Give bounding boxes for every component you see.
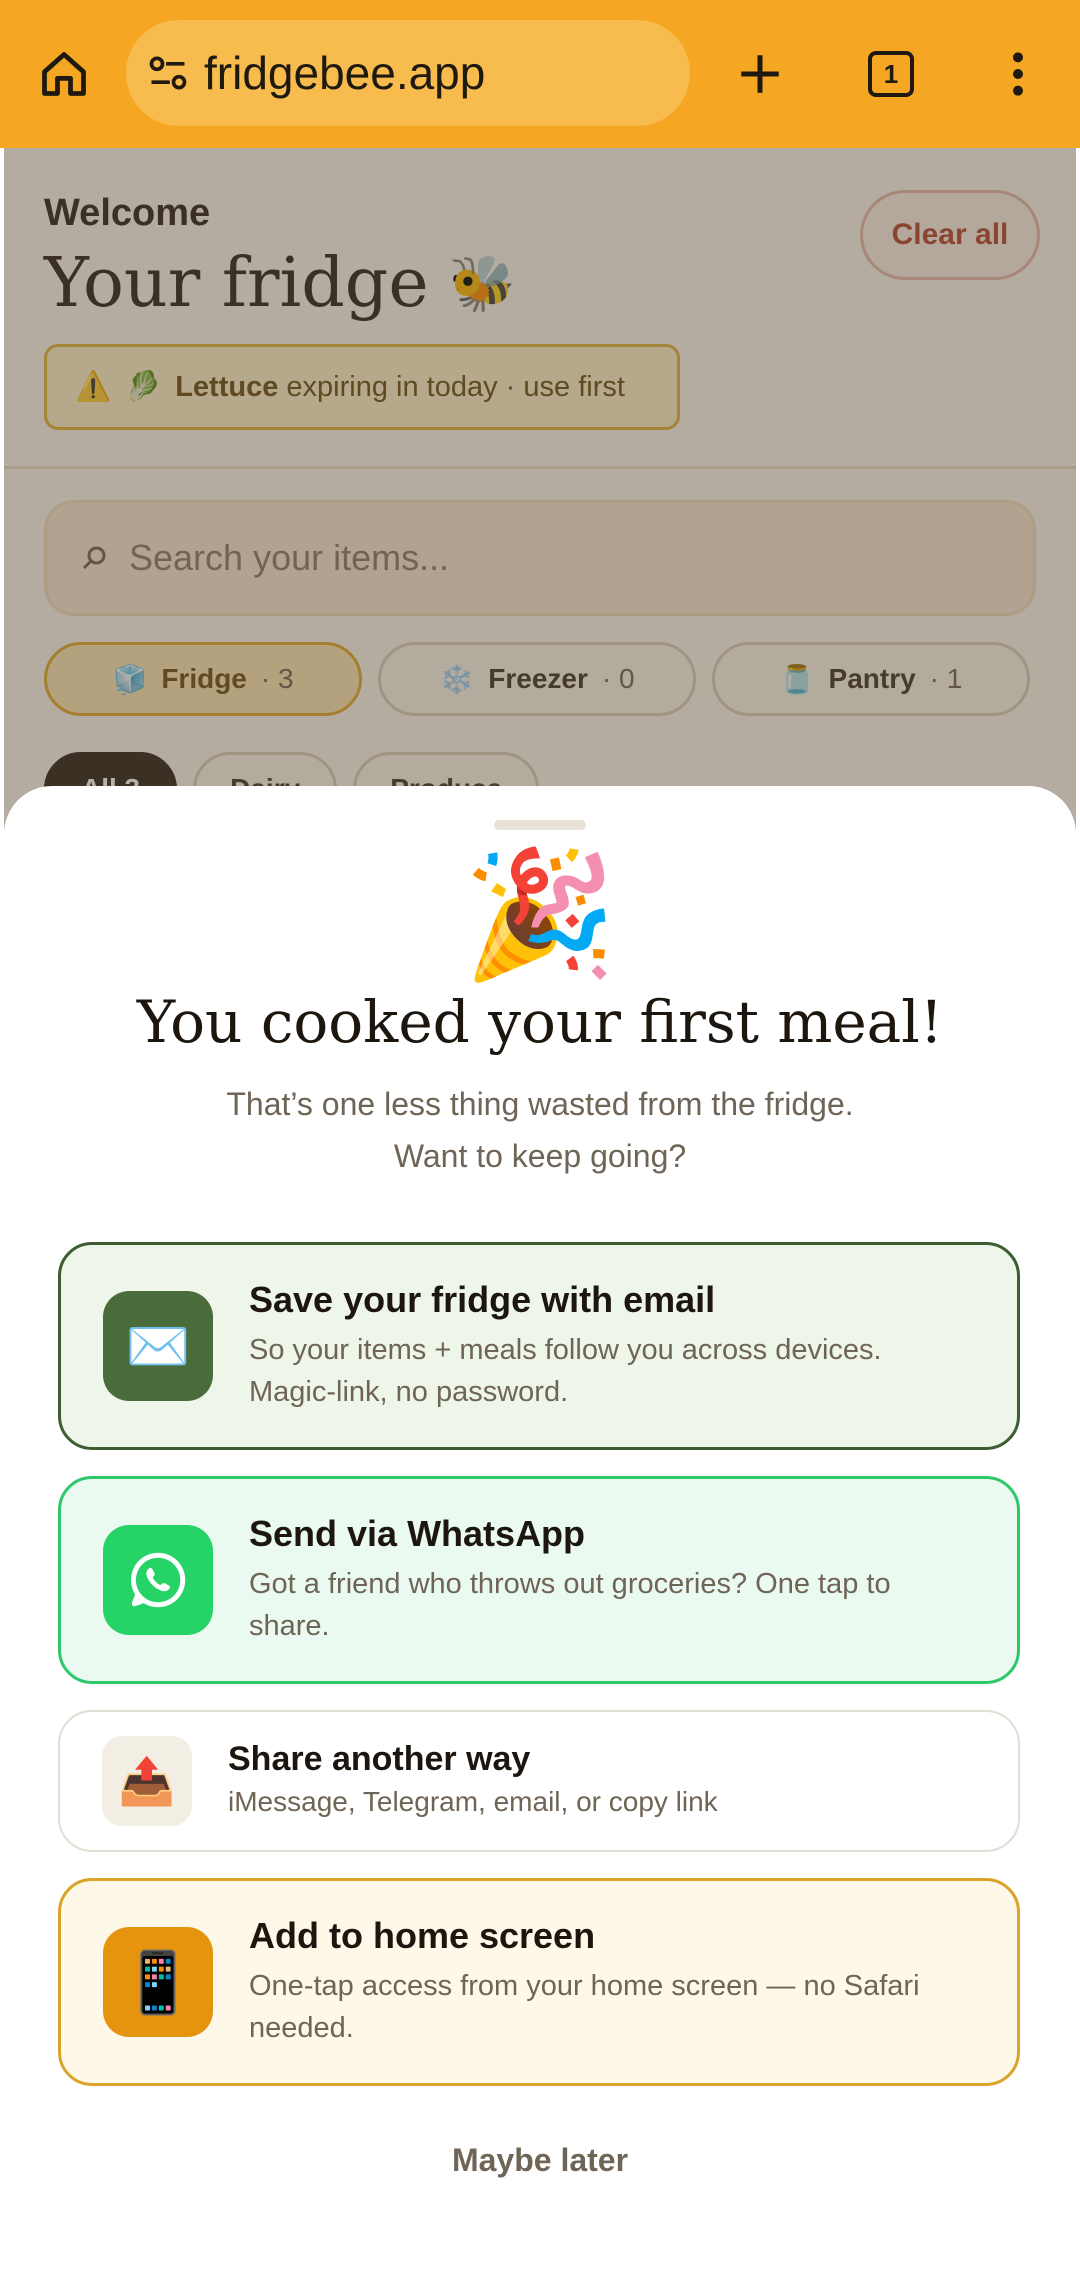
add-to-home-screen-button[interactable]: 📱 Add to home screen One-tap access from… [58, 1878, 1020, 2086]
celebration-sheet: 🎉 You cooked your first meal! That’s one… [4, 786, 1076, 2284]
desc-line: So your items + meals follow you across … [249, 1334, 882, 1366]
desc-line: needed. [249, 2012, 354, 2044]
mobile-phone-icon: 📱 [103, 1927, 213, 2037]
card-description: So your items + meals follow you across … [249, 1329, 882, 1413]
desc-line: One-tap access from your home screen — n… [249, 1970, 920, 2002]
home-icon[interactable] [30, 40, 98, 108]
maybe-later-button[interactable]: Maybe later [4, 2142, 1076, 2179]
card-description: One-tap access from your home screen — n… [249, 1965, 920, 2049]
whatsapp-icon [103, 1525, 213, 1635]
desc-line: Got a friend who throws out groceries? O… [249, 1568, 891, 1600]
new-tab-icon[interactable] [726, 40, 794, 108]
party-popper-icon: 🎉 [462, 846, 618, 984]
browser-toolbar: fridgebee.app 1 [0, 0, 1080, 148]
subtitle-line: Want to keep going? [393, 1138, 687, 1174]
tab-count: 1 [868, 51, 914, 97]
subtitle-line: That’s one less thing wasted from the fr… [226, 1086, 854, 1122]
card-title: Add to home screen [249, 1915, 596, 1956]
sheet-title: You cooked your first meal! [136, 988, 944, 1056]
url-text[interactable]: fridgebee.app [204, 46, 485, 100]
site-settings-icon[interactable] [144, 49, 192, 97]
save-with-email-button[interactable]: ✉️ Save your fridge with email So your i… [58, 1242, 1020, 1450]
share-another-way-button[interactable]: 📤 Share another way iMessage, Telegram, … [58, 1710, 1020, 1852]
envelope-icon: ✉️ [103, 1291, 213, 1401]
desc-line: Magic-link, no password. [249, 1376, 569, 1408]
address-bar[interactable]: fridgebee.app [126, 20, 690, 126]
card-title: Send via WhatsApp [249, 1513, 586, 1554]
card-title: Save your fridge with email [249, 1279, 716, 1320]
tab-switcher-button[interactable]: 1 [857, 40, 925, 108]
card-description: Got a friend who throws out groceries? O… [249, 1563, 891, 1647]
sheet-subtitle: That’s one less thing wasted from the fr… [4, 1078, 1076, 1182]
card-title: Share another way [228, 1739, 531, 1778]
sheet-handle[interactable] [494, 820, 586, 830]
desc-line: share. [249, 1610, 330, 1642]
send-via-whatsapp-button[interactable]: Send via WhatsApp Got a friend who throw… [58, 1476, 1020, 1684]
outbox-tray-icon: 📤 [102, 1736, 192, 1826]
card-description: iMessage, Telegram, email, or copy link [228, 1785, 718, 1817]
more-menu-icon[interactable] [984, 40, 1052, 108]
